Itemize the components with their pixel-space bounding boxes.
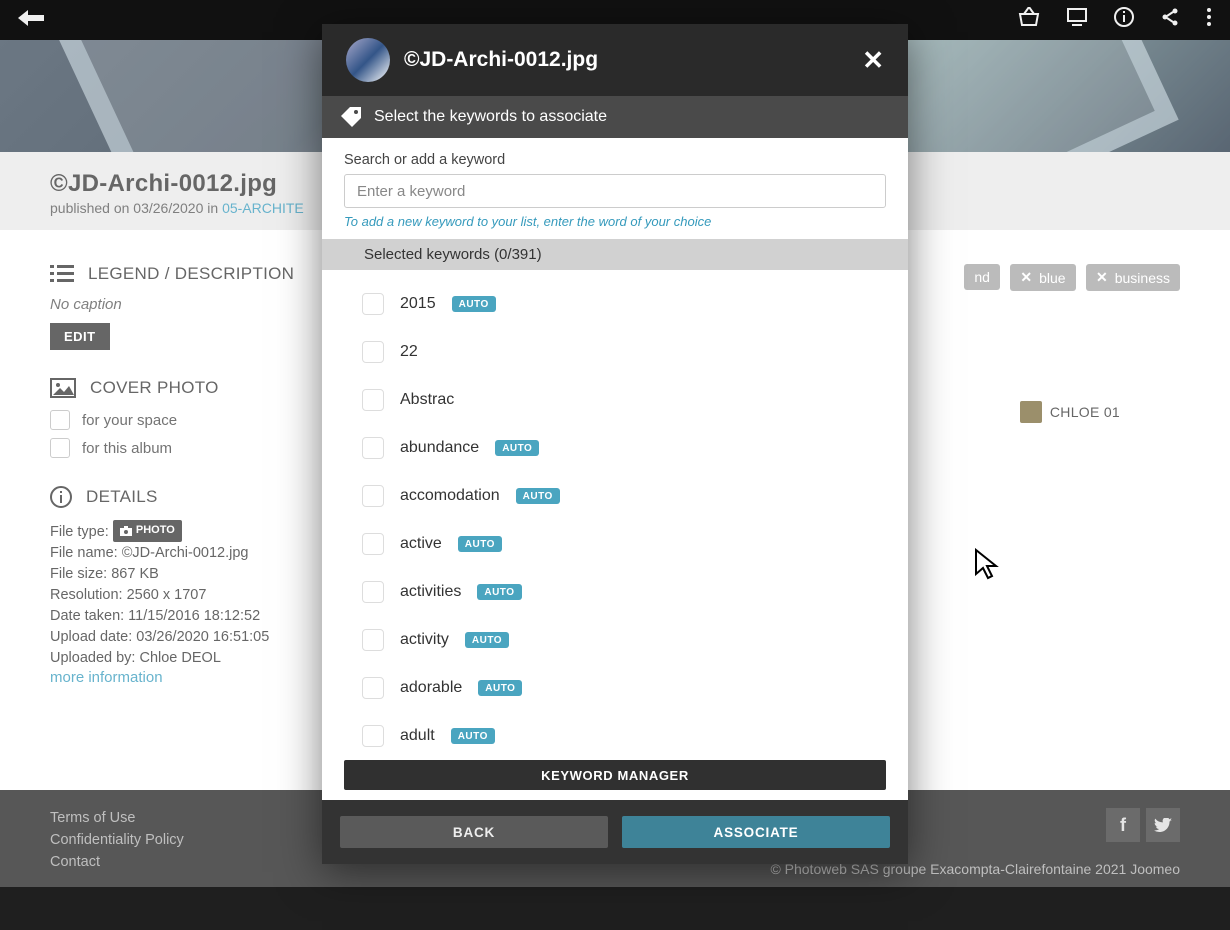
keyword-manager-button[interactable]: KEYWORD MANAGER bbox=[344, 760, 886, 790]
facebook-icon[interactable]: f bbox=[1106, 808, 1140, 842]
keyword-row[interactable]: accomodation AUTO bbox=[362, 472, 886, 520]
tag-icon bbox=[340, 106, 362, 128]
auto-badge: AUTO bbox=[477, 584, 521, 600]
keyword-checkbox[interactable] bbox=[362, 581, 384, 603]
keyword-label: adult bbox=[400, 727, 435, 745]
keyword-row[interactable]: active AUTO bbox=[362, 520, 886, 568]
share-icon[interactable] bbox=[1160, 7, 1180, 33]
auto-badge: AUTO bbox=[516, 488, 560, 504]
more-information-link[interactable]: more information bbox=[50, 669, 350, 686]
keyword-label: active bbox=[400, 535, 442, 553]
selected-keywords-header: Selected keywords (0/391) bbox=[322, 239, 908, 270]
auto-badge: AUTO bbox=[452, 296, 496, 312]
legend-heading: LEGEND / DESCRIPTION bbox=[50, 264, 350, 284]
keyword-list[interactable]: 2015AUTO22AbstracabundanceAUTOaccomodati… bbox=[322, 270, 908, 750]
keyword-row[interactable]: 2015 AUTO bbox=[362, 280, 886, 328]
keyword-row[interactable]: adult AUTO bbox=[362, 712, 886, 750]
back-button[interactable]: BACK bbox=[340, 816, 608, 848]
modal-title: ©JD-Archi-0012.jpg bbox=[404, 48, 848, 72]
author-name: CHLOE 01 bbox=[1050, 404, 1120, 420]
keyword-row[interactable]: Abstrac bbox=[362, 376, 886, 424]
modal-header: ©JD-Archi-0012.jpg ✕ bbox=[322, 24, 908, 96]
cover-space-checkbox[interactable] bbox=[50, 410, 70, 430]
detail-file-name: File name: ©JD-Archi-0012.jpg bbox=[50, 543, 350, 564]
keyword-label: 2015 bbox=[400, 295, 436, 313]
twitter-icon[interactable] bbox=[1146, 808, 1180, 842]
modal-footer: BACK ASSOCIATE bbox=[322, 800, 908, 864]
slideshow-icon[interactable] bbox=[1066, 7, 1088, 33]
search-hint: To add a new keyword to your list, enter… bbox=[344, 214, 886, 229]
footer-contact-link[interactable]: Contact bbox=[50, 852, 184, 874]
detail-resolution: Resolution: 2560 x 1707 bbox=[50, 585, 350, 606]
keyword-label: accomodation bbox=[400, 487, 500, 505]
detail-date-taken: Date taken: 11/15/2016 18:12:52 bbox=[50, 606, 350, 627]
image-icon bbox=[50, 378, 76, 398]
keyword-row[interactable]: activity AUTO bbox=[362, 616, 886, 664]
modal-subheader: Select the keywords to associate bbox=[322, 96, 908, 138]
cover-heading: COVER PHOTO bbox=[50, 378, 350, 398]
tag-chip[interactable]: ✕blue bbox=[1010, 264, 1075, 291]
detail-file-type: File type: PHOTO bbox=[50, 520, 350, 543]
basket-icon[interactable] bbox=[1018, 7, 1040, 33]
keyword-checkbox[interactable] bbox=[362, 485, 384, 507]
keyword-row[interactable]: 22 bbox=[362, 328, 886, 376]
keyword-label: Abstrac bbox=[400, 391, 454, 409]
keyword-modal: ©JD-Archi-0012.jpg ✕ Select the keywords… bbox=[322, 24, 908, 864]
auto-badge: AUTO bbox=[478, 680, 522, 696]
list-icon bbox=[50, 265, 74, 283]
detail-file-size: File size: 867 KB bbox=[50, 564, 350, 585]
modal-thumb bbox=[346, 38, 390, 82]
search-label: Search or add a keyword bbox=[344, 152, 886, 168]
close-icon[interactable]: ✕ bbox=[1020, 269, 1032, 286]
keyword-label: 22 bbox=[400, 343, 418, 361]
keyword-search-input[interactable] bbox=[344, 174, 886, 208]
keyword-checkbox[interactable] bbox=[362, 677, 384, 699]
cover-album-label: for this album bbox=[82, 440, 172, 457]
keyword-row[interactable]: adorable AUTO bbox=[362, 664, 886, 712]
keyword-label: abundance bbox=[400, 439, 479, 457]
auto-badge: AUTO bbox=[495, 440, 539, 456]
cover-album-checkbox[interactable] bbox=[50, 438, 70, 458]
keyword-label: activities bbox=[400, 583, 461, 601]
keyword-row[interactable]: activities AUTO bbox=[362, 568, 886, 616]
author-thumb bbox=[1020, 401, 1042, 423]
auto-badge: AUTO bbox=[451, 728, 495, 744]
close-icon[interactable]: ✕ bbox=[862, 45, 884, 76]
associate-button[interactable]: ASSOCIATE bbox=[622, 816, 890, 848]
edit-button[interactable]: EDIT bbox=[50, 323, 110, 350]
keyword-checkbox[interactable] bbox=[362, 293, 384, 315]
tag-chip[interactable]: ✕business bbox=[1086, 264, 1180, 291]
album-link[interactable]: 05-ARCHITE bbox=[222, 200, 304, 216]
close-icon[interactable]: ✕ bbox=[1096, 269, 1108, 286]
keyword-checkbox[interactable] bbox=[362, 533, 384, 555]
footer-confidentiality-link[interactable]: Confidentiality Policy bbox=[50, 830, 184, 852]
keyword-label: activity bbox=[400, 631, 449, 649]
keyword-checkbox[interactable] bbox=[362, 629, 384, 651]
keyword-row[interactable]: abundance AUTO bbox=[362, 424, 886, 472]
info-circle-icon bbox=[50, 486, 72, 508]
cover-space-label: for your space bbox=[82, 412, 177, 429]
tag-chip[interactable]: nd bbox=[964, 264, 1000, 290]
back-arrow-icon[interactable] bbox=[18, 9, 44, 32]
keyword-checkbox[interactable] bbox=[362, 389, 384, 411]
keyword-checkbox[interactable] bbox=[362, 725, 384, 747]
keyword-checkbox[interactable] bbox=[362, 341, 384, 363]
details-heading: DETAILS bbox=[50, 486, 350, 508]
auto-badge: AUTO bbox=[458, 536, 502, 552]
keyword-label: adorable bbox=[400, 679, 462, 697]
more-menu-icon[interactable] bbox=[1206, 7, 1212, 33]
detail-uploaded-by: Uploaded by: Chloe DEOL bbox=[50, 648, 350, 669]
footer-terms-link[interactable]: Terms of Use bbox=[50, 808, 184, 830]
info-icon[interactable] bbox=[1114, 7, 1134, 33]
auto-badge: AUTO bbox=[465, 632, 509, 648]
camera-icon bbox=[120, 526, 132, 536]
detail-upload-date: Upload date: 03/26/2020 16:51:05 bbox=[50, 627, 350, 648]
keyword-checkbox[interactable] bbox=[362, 437, 384, 459]
no-caption-text: No caption bbox=[50, 296, 350, 313]
